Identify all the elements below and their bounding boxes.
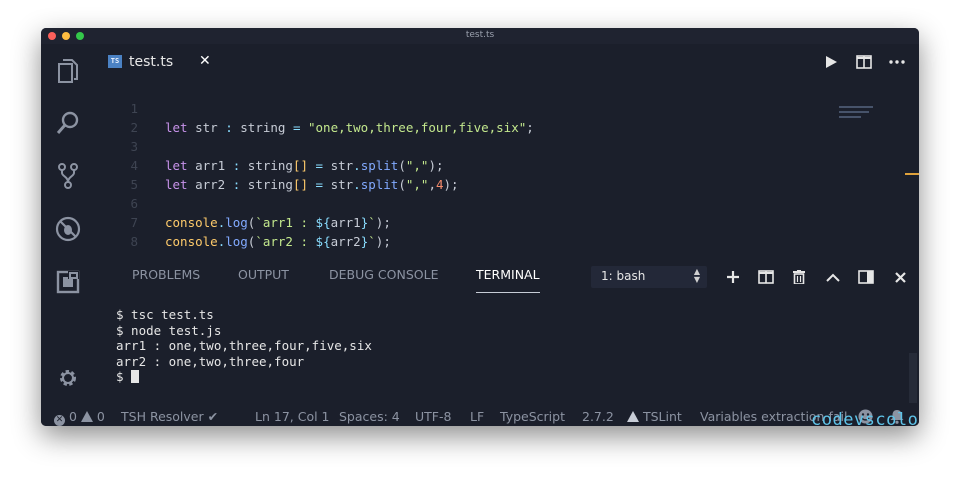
- tab-problems[interactable]: PROBLEMS: [132, 267, 200, 282]
- terminal-scrollbar[interactable]: [909, 353, 917, 403]
- ts-version-status[interactable]: 2.7.2: [582, 409, 614, 424]
- split-terminal-icon[interactable]: [756, 267, 776, 287]
- code-line-5: 5: [95, 156, 140, 192]
- minimap[interactable]: [839, 106, 875, 120]
- code-line-6: 6 console.log(`arr1 : ${arr1}`);: [95, 175, 390, 230]
- close-icon[interactable]: [890, 267, 910, 287]
- overview-ruler-marker: [905, 173, 919, 175]
- explorer-icon[interactable]: [54, 57, 82, 85]
- debug-icon[interactable]: [54, 215, 82, 243]
- code-line-1: 1 let str : string = "one,two,three,four…: [95, 80, 533, 135]
- active-tab-indicator: [476, 292, 540, 293]
- code-editor[interactable]: 1 let str : string = "one,two,three,four…: [95, 80, 919, 255]
- trash-icon[interactable]: [789, 267, 809, 287]
- error-icon: ✕: [54, 415, 65, 426]
- code-line-8: 8: [95, 213, 140, 249]
- maximize-icon[interactable]: [823, 267, 843, 287]
- terminal-output[interactable]: $ tsc test.ts $ node test.js arr1 : one,tw…: [116, 307, 372, 385]
- tab-debug-console[interactable]: DEBUG CONSOLE: [329, 267, 438, 282]
- run-icon[interactable]: [821, 52, 841, 72]
- tslint-label: TSLint: [642, 409, 682, 424]
- eol-status[interactable]: LF: [470, 409, 484, 424]
- warning-icon: [627, 411, 639, 422]
- extensions-icon[interactable]: [54, 268, 82, 296]
- warning-count: 0: [96, 409, 105, 424]
- code-line-4: 4 let arr2 : string[] = str.split(",",4)…: [95, 137, 458, 192]
- activity-bar: [41, 44, 95, 408]
- vscode-window: test.ts TS test.ts ✕ 1 let str: string …: [41, 28, 919, 426]
- terminal-select-value: 1: bash: [601, 269, 646, 283]
- language-status[interactable]: TypeScript: [500, 409, 565, 424]
- search-icon[interactable]: [54, 109, 82, 137]
- code-line-7: 7 console.log(`arr2 : ${arr2}`);: [95, 194, 390, 249]
- terminal-prompt: $: [116, 369, 132, 384]
- tab-test-ts[interactable]: TS test.ts ✕: [95, 44, 221, 81]
- cursor-position[interactable]: Ln 17, Col 1: [255, 409, 330, 424]
- layout-icon[interactable]: [856, 267, 876, 287]
- window-title: test.ts: [465, 30, 495, 40]
- editor-actions: [821, 52, 911, 72]
- terminal-cursor: [131, 370, 140, 383]
- terminal-line: $ tsc test.ts: [116, 307, 214, 322]
- tab-terminal[interactable]: TERMINAL: [476, 267, 540, 282]
- gear-icon[interactable]: [54, 364, 82, 392]
- tsh-resolver-status[interactable]: TSH Resolver ✔: [121, 409, 218, 424]
- watermark: codevscolor.com: [811, 410, 919, 426]
- terminal-line: $ node test.js: [116, 322, 222, 338]
- tab-label: test.ts: [129, 54, 174, 70]
- terminal-prompt-line: $: [116, 369, 372, 385]
- tab-output[interactable]: OUTPUT: [238, 267, 289, 282]
- more-icon[interactable]: [887, 52, 907, 72]
- error-count: 0: [68, 409, 77, 424]
- source-control-icon[interactable]: [54, 162, 82, 190]
- editor-tab-bar: TS test.ts ✕: [95, 44, 919, 81]
- status-bar: ✕ 0 0 TSH Resolver ✔ Ln 17, Col 1 Spaces…: [41, 408, 919, 426]
- line-number: 8: [130, 234, 138, 249]
- indentation-status[interactable]: Spaces: 4: [339, 409, 400, 424]
- code-line-2: 2: [95, 99, 140, 135]
- encoding-status[interactable]: UTF-8: [415, 409, 451, 424]
- terminal-line: arr1 : one,two,three,four,five,six: [116, 338, 372, 353]
- tslint-status[interactable]: TSLint: [627, 409, 682, 424]
- terminal-select[interactable]: 1: bash ▲ ▼: [591, 266, 707, 288]
- split-editor-icon[interactable]: [854, 52, 874, 72]
- title-bar: test.ts: [41, 28, 919, 44]
- typescript-file-icon: TS: [108, 55, 122, 68]
- tab-close-icon[interactable]: ✕: [199, 53, 211, 69]
- terminal-line: arr2 : one,two,three,four: [116, 353, 305, 369]
- code-line-3: 3 let arr1 : string[] = str.split(",");: [95, 118, 443, 173]
- chevron-up-down-icon: ▲ ▼: [693, 267, 700, 284]
- problems-status[interactable]: ✕ 0 0: [54, 409, 105, 426]
- add-icon[interactable]: [723, 267, 743, 287]
- warning-icon: [80, 411, 93, 422]
- bottom-panel: PROBLEMS OUTPUT DEBUG CONSOLE TERMINAL 1…: [95, 255, 919, 408]
